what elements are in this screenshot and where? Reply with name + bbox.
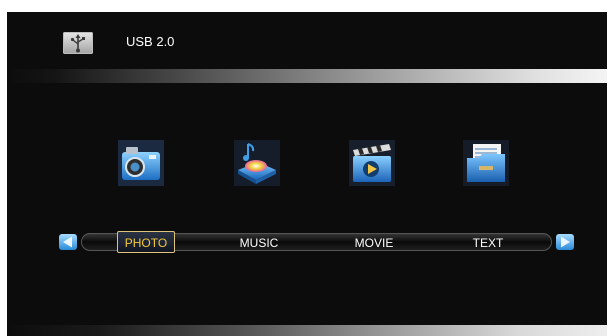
movie-clapper-icon[interactable] [349,140,395,186]
header-divider-band [7,69,607,83]
text-folder-icon[interactable] [463,140,509,186]
menu-item-text[interactable]: TEXT [448,236,528,250]
arrow-right-icon[interactable] [556,234,574,250]
footer-band [7,325,607,336]
media-screen: USB 2.0 PHOTO MUSIC MOVIE TEXT [7,12,607,336]
arrow-left-icon[interactable] [59,234,77,250]
menu-item-photo[interactable]: PHOTO [106,236,186,250]
music-disc-icon[interactable] [234,140,280,186]
device-title: USB 2.0 [126,34,175,49]
photo-camera-icon[interactable] [118,140,164,186]
menu-item-movie[interactable]: MOVIE [334,236,414,250]
usb-icon [63,32,93,54]
menu-item-music[interactable]: MUSIC [219,236,299,250]
